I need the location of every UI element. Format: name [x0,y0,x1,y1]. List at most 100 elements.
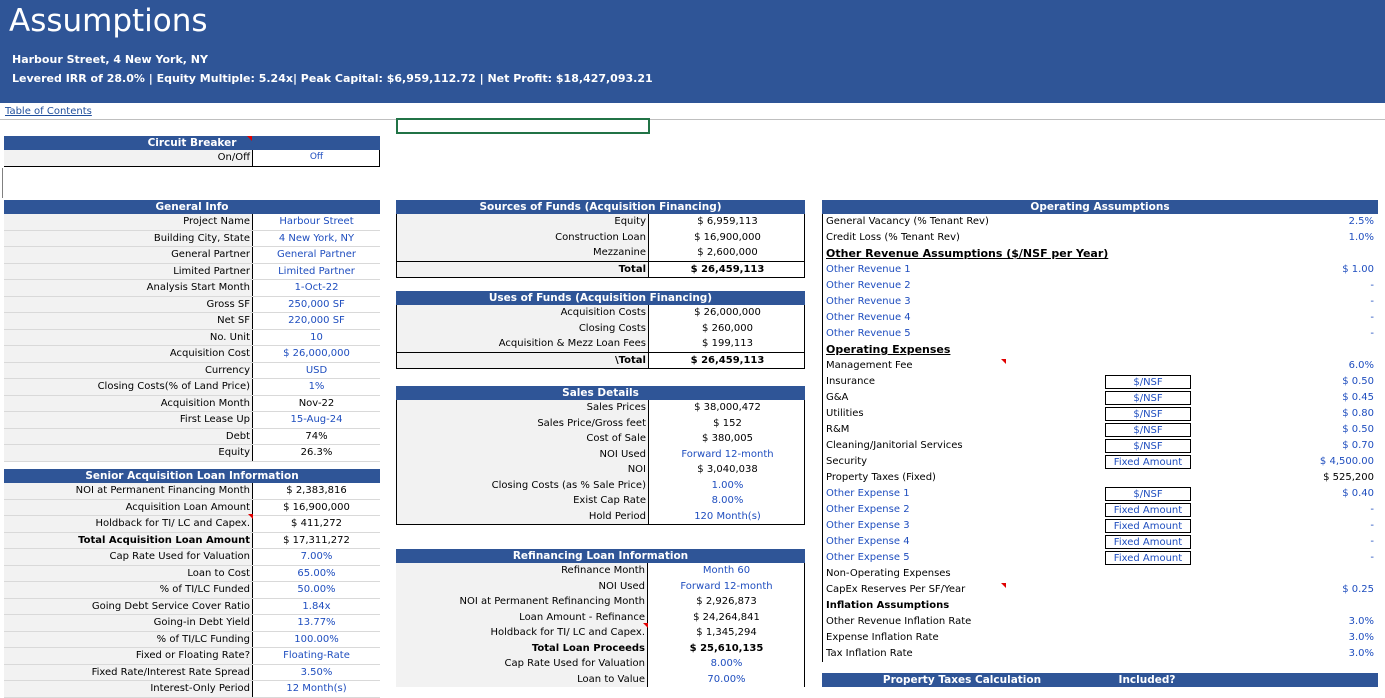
table-of-contents-link[interactable]: Table of Contents [5,106,92,117]
row-label: Inflation Assumptions [826,600,950,611]
row-value[interactable]: - [1370,278,1374,294]
row-value[interactable]: - [1370,326,1374,342]
selected-cell[interactable] [396,118,650,134]
row-value[interactable]: $ 380,005 [649,431,806,447]
row-value[interactable]: 2.5% [1349,214,1374,230]
row-value[interactable]: 1% [253,379,380,395]
row-value[interactable]: $ 26,459,113 [649,353,806,369]
unit-selector[interactable]: Fixed Amount [1105,503,1191,517]
row-value[interactable]: Nov-22 [253,396,380,412]
row-value[interactable]: 74% [253,429,380,445]
unit-selector[interactable]: Fixed Amount [1105,551,1191,565]
table-row: Refinance Month Month 60 [396,563,804,579]
row-value[interactable]: 65.00% [253,566,380,582]
row-value[interactable]: $ 24,264,841 [648,610,805,626]
unit-selector[interactable]: Fixed Amount [1105,455,1191,469]
row-value[interactable]: Harbour Street [253,214,380,230]
comment-indicator-icon [1001,583,1006,588]
row-value[interactable]: $ 0.50 [1342,422,1374,438]
row-value[interactable]: $ 0.40 [1342,486,1374,502]
row-value[interactable]: 6.0% [1349,358,1374,374]
unit-selector[interactable]: $/NSF [1105,375,1191,389]
row-value[interactable]: 10 [253,330,380,346]
row-value[interactable]: Forward 12-month [648,579,805,595]
row-value[interactable]: $ 1.00 [1342,262,1374,278]
unit-selector[interactable]: Fixed Amount [1105,535,1191,549]
row-value[interactable]: - [1370,502,1374,518]
row-value[interactable]: 1.00% [649,478,806,494]
row-value[interactable]: $ 38,000,472 [649,400,806,416]
unit-selector[interactable]: $/NSF [1105,439,1191,453]
row-value[interactable]: Limited Partner [253,264,380,280]
row-label: NOI Used [397,446,649,462]
on-off-value[interactable]: Off [253,150,380,166]
row-value[interactable]: - [1370,518,1374,534]
row-value[interactable]: 3.50% [253,665,380,681]
row-value[interactable]: 220,000 SF [253,313,380,329]
row-value[interactable]: $ 0.70 [1342,438,1374,454]
row-value[interactable]: $ 0.25 [1342,582,1374,598]
row-value[interactable]: General Partner [253,247,380,263]
row-value[interactable]: Forward 12-month [649,447,806,463]
row-value[interactable]: 1.84x [253,599,380,615]
row-label: Refinance Month [396,563,648,579]
row-value[interactable]: 26.3% [253,445,380,461]
unit-selector[interactable]: $/NSF [1105,487,1191,501]
row-value[interactable]: 70.00% [648,672,805,688]
row-value[interactable]: 50.00% [253,582,380,598]
included-header: Included? [1118,674,1176,686]
row-value[interactable]: $ 3,040,038 [649,462,806,478]
row-value[interactable]: $ 152 [649,416,806,432]
row-value[interactable]: $ 2,926,873 [648,594,805,610]
row-value[interactable]: $ 525,200 [1323,470,1374,486]
row-value[interactable]: 120 Month(s) [649,509,806,525]
row-value[interactable]: Floating-Rate [253,648,380,664]
row-value[interactable]: 12 Month(s) [253,681,380,697]
row-value[interactable]: $ 0.80 [1342,406,1374,422]
row-value[interactable]: $ 2,383,816 [253,483,380,499]
row-value[interactable]: $ 6,959,113 [649,214,806,230]
row-label: Debt [4,428,253,444]
row-value[interactable]: $ 1,345,294 [648,625,805,641]
row-value[interactable]: $ 26,000,000 [253,346,380,362]
row-value[interactable]: $ 2,600,000 [649,245,806,261]
row-value[interactable]: 15-Aug-24 [253,412,380,428]
row-value[interactable]: 3.0% [1349,646,1374,662]
table-row: Property Taxes (Fixed) $ 525,200 [823,470,1378,486]
row-value[interactable]: Month 60 [648,563,805,579]
row-value[interactable]: $ 16,900,000 [649,230,806,246]
unit-selector[interactable]: $/NSF [1105,423,1191,437]
unit-selector[interactable]: $/NSF [1105,407,1191,421]
unit-selector[interactable]: $/NSF [1105,391,1191,405]
row-value[interactable]: 1.0% [1349,230,1374,246]
row-value[interactable]: $ 17,311,272 [253,533,380,549]
row-value[interactable]: $ 260,000 [649,321,806,337]
row-value[interactable]: 100.00% [253,632,380,648]
row-value[interactable]: $ 26,459,113 [649,262,806,278]
row-value[interactable]: $ 25,610,135 [648,641,805,657]
row-value[interactable]: $ 0.50 [1342,374,1374,390]
row-value[interactable]: 250,000 SF [253,297,380,313]
row-value[interactable]: 13.77% [253,615,380,631]
row-value[interactable]: USD [253,363,380,379]
row-value[interactable]: $ 26,000,000 [649,305,806,321]
row-value[interactable]: $ 4,500.00 [1320,454,1374,470]
row-value[interactable]: - [1370,310,1374,326]
row-value[interactable]: - [1370,550,1374,566]
row-value[interactable]: $ 16,900,000 [253,500,380,516]
row-value[interactable]: - [1370,534,1374,550]
row-value[interactable]: $ 0.45 [1342,390,1374,406]
row-value[interactable]: 8.00% [648,656,805,672]
unit-selector[interactable]: Fixed Amount [1105,519,1191,533]
row-value[interactable]: 8.00% [649,493,806,509]
table-row: Other Revenue 1 $ 1.00 [823,262,1378,278]
row-value[interactable]: 1-Oct-22 [253,280,380,296]
row-value[interactable]: 3.0% [1349,630,1374,646]
row-value[interactable]: $ 411,272 [253,516,380,532]
row-value[interactable]: 7.00% [253,549,380,565]
row-value[interactable]: 3.0% [1349,614,1374,630]
row-value[interactable]: 4 New York, NY [253,231,380,247]
row-value[interactable]: - [1370,294,1374,310]
row-value[interactable]: $ 199,113 [649,336,806,352]
divider [0,119,1385,120]
